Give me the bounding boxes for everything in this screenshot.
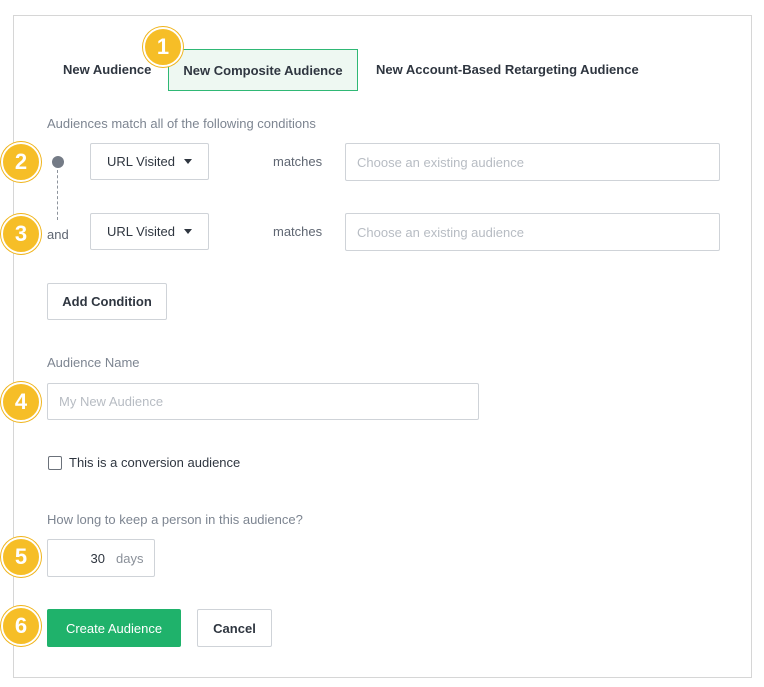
step-badge-6: 6 <box>1 606 41 646</box>
tab-label: New Composite Audience <box>183 62 343 78</box>
condition-audience-input[interactable] <box>345 213 720 251</box>
cancel-button[interactable]: Cancel <box>197 609 272 647</box>
create-audience-button[interactable]: Create Audience <box>47 609 181 647</box>
conversion-audience-label[interactable]: This is a conversion audience <box>69 455 240 470</box>
tab-new-composite-audience[interactable]: New Composite Audience <box>168 49 358 91</box>
tab-new-audience[interactable]: New Audience <box>63 62 151 77</box>
audience-name-input[interactable] <box>47 383 479 420</box>
conversion-audience-checkbox[interactable] <box>48 456 62 470</box>
condition-operator-label: matches <box>273 154 323 169</box>
condition-field-value: URL Visited <box>107 224 175 239</box>
condition-field-select[interactable]: URL Visited <box>90 143 209 180</box>
conditions-intro-label: Audiences match all of the following con… <box>47 116 316 131</box>
duration-value[interactable]: 30 <box>91 551 105 566</box>
step-badge-5: 5 <box>1 537 41 577</box>
step-badge-2: 2 <box>1 142 41 182</box>
audience-name-label: Audience Name <box>47 355 140 370</box>
caret-down-icon <box>183 229 192 234</box>
condition-operator-label: matches <box>273 224 323 239</box>
duration-unit: days <box>116 551 144 566</box>
tab-new-account-based-retargeting-audience[interactable]: New Account-Based Retargeting Audience <box>376 62 639 77</box>
condition-and-label: and <box>47 227 69 242</box>
caret-down-icon <box>183 159 192 164</box>
duration-field[interactable]: 30 days <box>47 539 155 577</box>
create-audience-panel <box>13 15 752 678</box>
condition-field-value: URL Visited <box>107 154 175 169</box>
condition-connector-line <box>57 170 58 220</box>
condition-node-icon <box>52 156 64 168</box>
step-badge-4: 4 <box>1 382 41 422</box>
condition-field-select[interactable]: URL Visited <box>90 213 209 250</box>
step-badge-3: 3 <box>1 214 41 254</box>
duration-label: How long to keep a person in this audien… <box>47 512 303 527</box>
add-condition-button[interactable]: Add Condition <box>47 283 167 320</box>
step-badge-1: 1 <box>143 27 183 67</box>
condition-audience-input[interactable] <box>345 143 720 181</box>
